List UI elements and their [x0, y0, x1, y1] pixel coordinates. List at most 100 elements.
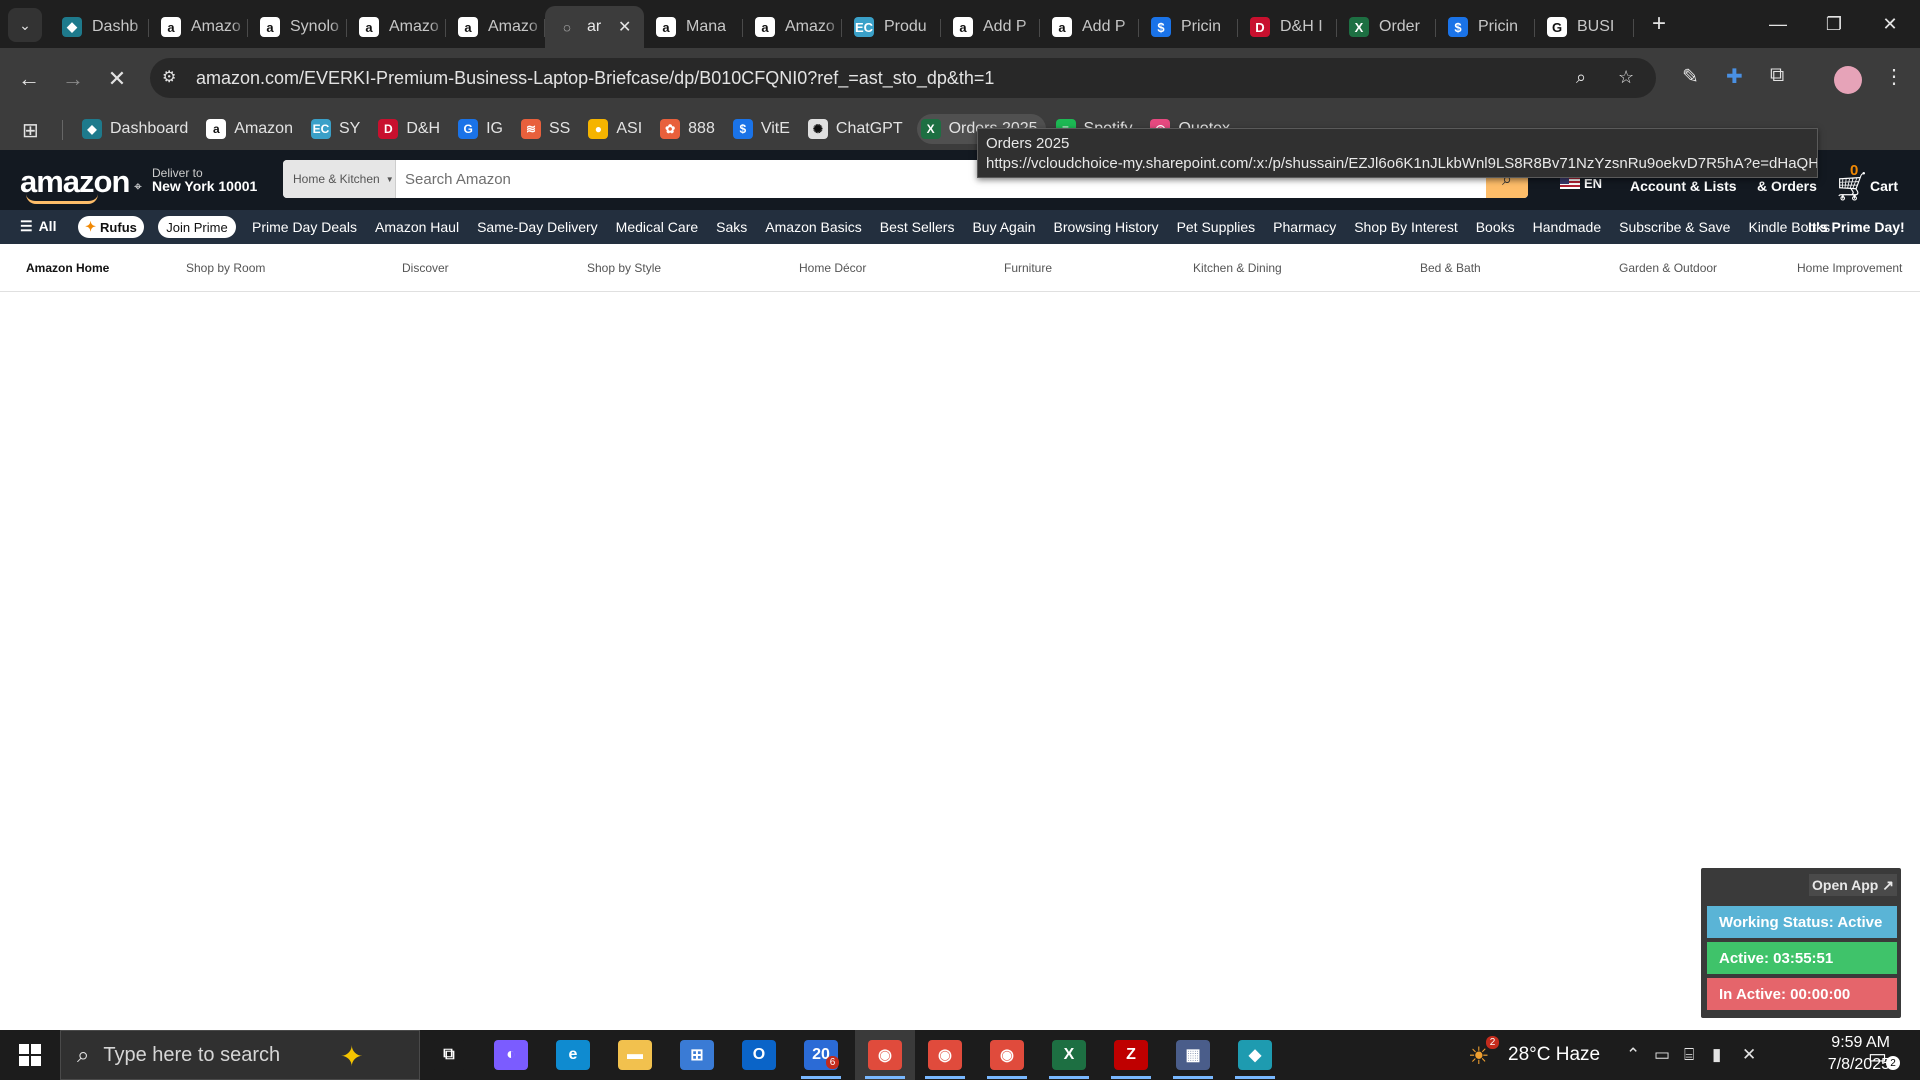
subnav-furniture[interactable]: Furniture	[1004, 261, 1052, 275]
subnav-shop-by-style[interactable]: Shop by Style	[587, 261, 661, 275]
taskbar-search-box[interactable]: ⌕ Type here to search	[60, 1030, 420, 1080]
task-view-icon[interactable]: ⧉	[432, 1040, 466, 1070]
search-category-dropdown[interactable]: Home & Kitchen ▼	[283, 160, 396, 198]
nav-link-amazon-basics[interactable]: Amazon Basics	[765, 219, 861, 235]
bookmark-vite[interactable]: $ VitE	[729, 114, 798, 144]
copilot-icon[interactable]: ◐	[494, 1040, 528, 1070]
nav-link-saks[interactable]: Saks	[716, 219, 747, 235]
menu-kebab-icon[interactable]: ⋮	[1884, 64, 1904, 89]
battery-icon[interactable]: ▮	[1712, 1045, 1721, 1065]
tab-1[interactable]: a Amazo	[149, 6, 248, 48]
subnav-garden-outdoor[interactable]: Garden & Outdoor	[1619, 261, 1717, 275]
extensions-icon[interactable]: ⧉	[1770, 64, 1784, 87]
bookmark-chatgpt[interactable]: ✺ ChatGPT	[804, 114, 911, 144]
show-hidden-icons-icon[interactable]: ⌃	[1626, 1045, 1640, 1065]
nav-link-books[interactable]: Books	[1476, 219, 1515, 235]
tab-3[interactable]: a Amazo	[347, 6, 446, 48]
rufus-button[interactable]: ✦ Rufus	[78, 216, 144, 238]
restore-button[interactable]: ❐	[1806, 0, 1862, 48]
tab-10[interactable]: a Add P	[1040, 6, 1139, 48]
bookmark-sy[interactable]: EC SY	[307, 114, 368, 144]
edge-icon[interactable]: e	[556, 1040, 590, 1070]
start-button[interactable]	[0, 1030, 60, 1080]
weather-text[interactable]: 28°C Haze	[1508, 1044, 1600, 1066]
account-lists-link[interactable]: Account & Lists	[1630, 178, 1737, 194]
new-tab-button[interactable]: +	[1652, 12, 1666, 36]
calculator-icon[interactable]: ▦	[1176, 1040, 1210, 1070]
subnav-discover[interactable]: Discover	[402, 261, 449, 275]
apps-grid-icon[interactable]: ⊞	[22, 118, 39, 143]
tab-8[interactable]: EC Produ	[842, 6, 941, 48]
chrome-icon[interactable]: ◉	[868, 1040, 902, 1070]
nav-link-same-day-delivery[interactable]: Same-Day Delivery	[477, 219, 598, 235]
tab-6[interactable]: a Mana	[644, 6, 743, 48]
nav-link-best-sellers[interactable]: Best Sellers	[880, 219, 955, 235]
excel-icon[interactable]: X	[1052, 1040, 1086, 1070]
bookmark-888[interactable]: ✿ 888	[656, 114, 723, 144]
tab-5[interactable]: ◌ ar ✕	[545, 6, 644, 48]
bookmark-d-h[interactable]: D D&H	[374, 114, 448, 144]
file-explorer-icon[interactable]: ▬	[618, 1040, 652, 1070]
nav-link-pet-supplies[interactable]: Pet Supplies	[1177, 219, 1256, 235]
tab-search-button[interactable]: ⌄	[8, 8, 42, 42]
delivery-location[interactable]: New York 10001	[152, 178, 257, 194]
stop-button[interactable]: ✕	[102, 64, 132, 94]
subnav-home-improvement[interactable]: Home Improvement	[1797, 261, 1902, 275]
subnav-shop-by-room[interactable]: Shop by Room	[186, 261, 265, 275]
address-bar[interactable]: ⚙ amazon.com/EVERKI-Premium-Business-Lap…	[150, 58, 1656, 98]
nav-link-subscribe-save[interactable]: Subscribe & Save	[1619, 219, 1730, 235]
chrome-profile-icon[interactable]: ◉	[928, 1040, 962, 1070]
nav-link-handmade[interactable]: Handmade	[1533, 219, 1602, 235]
bookmark-ig[interactable]: G IG	[454, 114, 511, 144]
zoom-icon[interactable]: ⌕	[1576, 67, 1586, 88]
nav-link-pharmacy[interactable]: Pharmacy	[1273, 219, 1336, 235]
store-icon[interactable]: ⊞	[680, 1040, 714, 1070]
nav-link-prime-day-deals[interactable]: Prime Day Deals	[252, 219, 357, 235]
display-icon[interactable]: ▭	[1654, 1045, 1670, 1065]
tab-2[interactable]: a Synolo	[248, 6, 347, 48]
dashboard-app-icon[interactable]: ◆	[1238, 1040, 1272, 1070]
join-prime-button[interactable]: Join Prime	[158, 216, 236, 238]
nav-link-medical-care[interactable]: Medical Care	[616, 219, 698, 235]
tab-close-button[interactable]: ✕	[618, 17, 636, 37]
tab-4[interactable]: a Amazo	[446, 6, 545, 48]
open-app-button[interactable]: Open App ↗	[1809, 874, 1897, 896]
bookmark-amazon[interactable]: a Amazon	[202, 114, 301, 144]
filezilla-icon[interactable]: Z	[1114, 1040, 1148, 1070]
tab-15[interactable]: G BUSI	[1535, 6, 1634, 48]
copilot-sparkle-icon[interactable]: ✦	[340, 1040, 363, 1073]
bookmark-dashboard[interactable]: ◆ Dashboard	[78, 114, 196, 144]
notifications-icon[interactable]: ▭	[1868, 1044, 1887, 1069]
tab-7[interactable]: a Amazo	[743, 6, 842, 48]
returns-orders-link[interactable]: & Orders	[1757, 178, 1817, 194]
back-button[interactable]: ←	[14, 64, 44, 94]
chrome-alt-icon[interactable]: ◉	[990, 1040, 1024, 1070]
tab-14[interactable]: $ Pricin	[1436, 6, 1535, 48]
subnav-home-d-cor[interactable]: Home Décor	[799, 261, 866, 275]
tab-9[interactable]: a Add P	[941, 6, 1040, 48]
nav-link-amazon-haul[interactable]: Amazon Haul	[375, 219, 459, 235]
subnav-bed-bath[interactable]: Bed & Bath	[1420, 261, 1481, 275]
bookmark-star-icon[interactable]: ☆	[1618, 67, 1634, 88]
site-info-icon[interactable]: ⚙	[162, 67, 176, 87]
outlook-icon[interactable]: O	[742, 1040, 776, 1070]
subnav-kitchen-dining[interactable]: Kitchen & Dining	[1193, 261, 1282, 275]
profile-avatar[interactable]	[1834, 66, 1862, 94]
subnav-amazon-home[interactable]: Amazon Home	[26, 261, 109, 275]
tab-12[interactable]: D D&H I	[1238, 6, 1337, 48]
minimize-button[interactable]: —	[1750, 0, 1806, 48]
url-text[interactable]: amazon.com/EVERKI-Premium-Business-Lapto…	[196, 68, 994, 89]
nav-link-shop-by-interest[interactable]: Shop By Interest	[1354, 219, 1458, 235]
bookmark-ss[interactable]: ≋ SS	[517, 114, 578, 144]
volume-muted-icon[interactable]: ✕	[1742, 1045, 1756, 1065]
cart-label[interactable]: Cart	[1870, 178, 1898, 194]
nav-link-browsing-history[interactable]: Browsing History	[1054, 219, 1159, 235]
extension-feather-icon[interactable]: ✎	[1682, 64, 1699, 89]
extension-puzzle-blue-icon[interactable]: ✚	[1726, 64, 1743, 89]
language-selector[interactable]: EN	[1560, 176, 1602, 191]
window-close-button[interactable]: ✕	[1862, 0, 1918, 48]
all-menu-button[interactable]: ☰ All	[20, 218, 56, 235]
meet-icon[interactable]: ⌸	[1684, 1045, 1694, 1065]
nav-link-buy-again[interactable]: Buy Again	[972, 219, 1035, 235]
tab-0[interactable]: ◆ Dashb	[50, 6, 149, 48]
